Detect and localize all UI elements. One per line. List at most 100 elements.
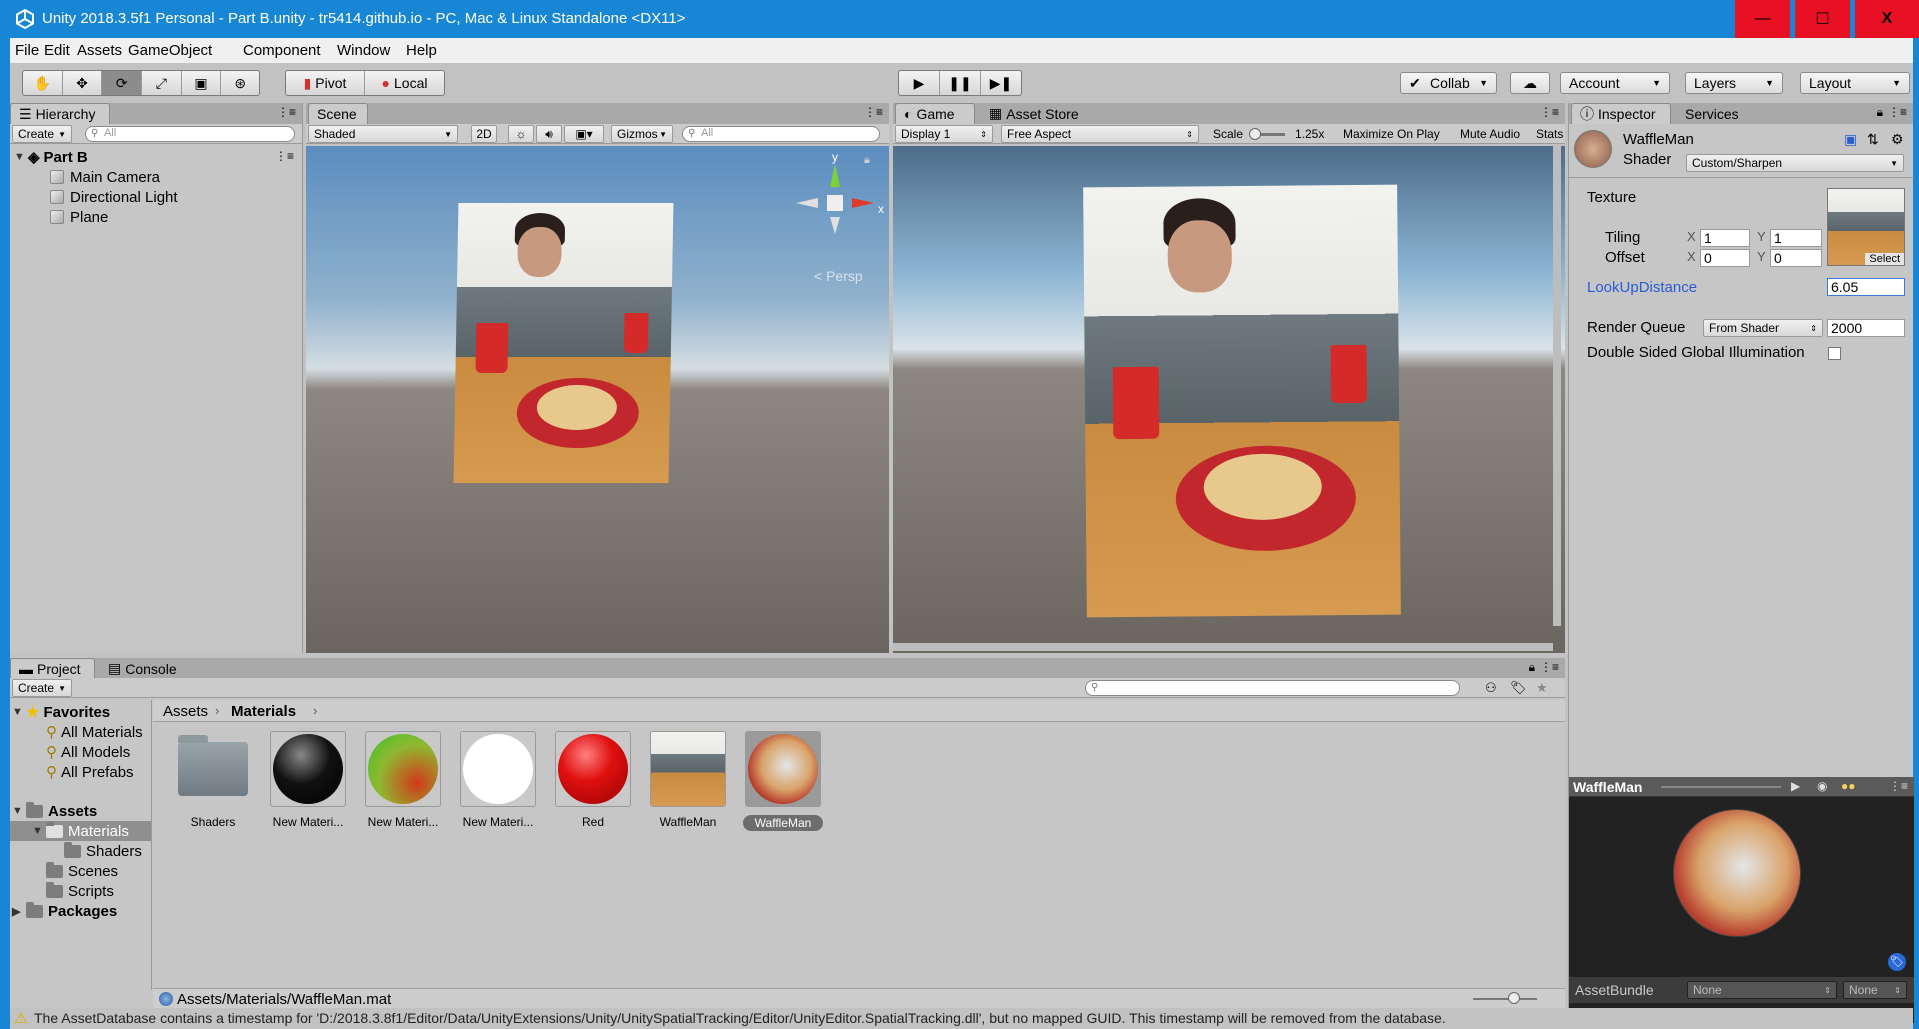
tree-item-scenes[interactable]: Scenes — [46, 861, 118, 881]
scene-root-row[interactable]: ▼ ◈ Part B — [14, 147, 88, 167]
persp-label[interactable]: < Persp — [814, 268, 863, 284]
render-queue-field[interactable]: 2000 — [1827, 319, 1905, 337]
hand-tool-button[interactable]: ✋ — [23, 71, 63, 95]
scene-menu-icon[interactable]: ⋮≡ — [275, 149, 294, 163]
scene-search-input[interactable]: ⚲ All — [682, 126, 880, 142]
rect-tool-button[interactable]: ▣ — [182, 71, 222, 95]
breadcrumb-materials[interactable]: Materials — [231, 703, 296, 720]
favorite-star-icon[interactable]: ★ — [1536, 680, 1548, 696]
close-button[interactable]: X — [1855, 0, 1919, 38]
panel-menu-icon[interactable]: ⋮≡ — [864, 105, 883, 119]
menu-component[interactable]: Component — [243, 42, 321, 59]
shader-dropdown[interactable]: Custom/Sharpen ▼ — [1686, 154, 1904, 172]
favorite-all-prefabs[interactable]: ⚲ All Prefabs — [46, 762, 134, 782]
minimize-button[interactable]: — — [1735, 0, 1790, 38]
pivot-button[interactable]: ▮ Pivot — [286, 71, 365, 95]
tab-console[interactable]: ▤ Console — [100, 658, 190, 679]
panel-menu-icon[interactable]: ⋮≡ — [1540, 660, 1559, 674]
presets-icon[interactable]: ⇅ — [1867, 131, 1879, 148]
thumbnail-size-thumb[interactable] — [1508, 992, 1520, 1004]
lock-icon[interactable]: 🔒︎ — [864, 154, 870, 167]
project-create-dropdown[interactable]: Create ▼ — [12, 679, 72, 697]
tree-item-materials[interactable]: ▼ Materials — [10, 821, 151, 841]
packages-node[interactable]: ▶ Packages — [12, 901, 117, 921]
status-bar[interactable]: ⚠ The AssetDatabase contains a timestamp… — [10, 1008, 1913, 1029]
assetbundle-dropdown[interactable]: None ⇕ — [1687, 981, 1837, 999]
aspect-dropdown[interactable]: Free Aspect ⇕ — [1001, 125, 1199, 143]
menu-assets[interactable]: Assets — [77, 42, 122, 59]
expand-arrow-icon[interactable]: ▼ — [12, 706, 26, 718]
asset-texture-waffleman[interactable]: WaffleMan — [648, 731, 728, 829]
tab-project[interactable]: ▬ Project — [10, 658, 95, 679]
tab-scene[interactable]: Scene — [308, 103, 368, 124]
tree-item-scripts[interactable]: Scripts — [46, 881, 114, 901]
maximize-button[interactable]: ☐ — [1795, 0, 1850, 38]
project-search-input[interactable]: ⚲ — [1085, 680, 1460, 696]
favorite-all-materials[interactable]: ⚲ All Materials — [46, 722, 143, 742]
hierarchy-item-directional-light[interactable]: Directional Light — [50, 187, 178, 207]
favorites-node[interactable]: ▼ ★ Favorites — [12, 702, 110, 722]
scene-orientation-gizmo[interactable] — [786, 154, 886, 264]
tree-item-shaders[interactable]: Shaders — [64, 841, 142, 861]
gizmos-dropdown[interactable]: Gizmos ▼ — [611, 125, 673, 143]
scene-audio-toggle[interactable]: 🔊︎ — [536, 125, 562, 143]
asset-material-white[interactable]: New Materi... — [458, 731, 538, 829]
texture-slot[interactable]: Select — [1827, 188, 1905, 266]
stats-toggle[interactable]: Stats — [1531, 125, 1565, 143]
local-button[interactable]: ● Local — [365, 71, 444, 95]
hierarchy-item-plane[interactable]: Plane — [50, 207, 108, 227]
assetbundle-variant-dropdown[interactable]: None ⇕ — [1843, 981, 1907, 999]
lock-icon[interactable]: 🔒︎ — [1529, 660, 1535, 675]
scale-tool-button[interactable]: ⤢ — [142, 71, 182, 95]
panel-menu-icon[interactable]: ⋮≡ — [1540, 105, 1559, 119]
transform-tool-button[interactable]: ⊛ — [221, 71, 259, 95]
expand-arrow-icon[interactable]: ▼ — [12, 805, 26, 817]
scale-slider-thumb[interactable] — [1249, 128, 1261, 140]
asset-shaders-folder[interactable]: Shaders — [173, 731, 253, 829]
thumbnail-size-slider[interactable] — [1473, 998, 1537, 1000]
collapse-arrow-icon[interactable]: ▶ — [12, 905, 26, 918]
asset-material-red[interactable]: Red — [553, 731, 633, 829]
tab-asset-store[interactable]: ▦ Asset Store — [981, 103, 1091, 124]
lookup-distance-field[interactable]: 6.05 — [1827, 278, 1905, 296]
asset-label-icon[interactable]: 🏷︎ — [1888, 953, 1906, 971]
display-dropdown[interactable]: Display 1 ⇕ — [895, 125, 993, 143]
shading-mode-dropdown[interactable]: Shaded ▼ — [308, 125, 458, 143]
scene-effects-dropdown[interactable]: ▣▾ — [564, 125, 604, 143]
menu-help[interactable]: Help — [406, 42, 437, 59]
expand-arrow-icon[interactable]: ▼ — [32, 825, 46, 837]
cloud-button[interactable]: ☁ — [1510, 72, 1550, 94]
tab-hierarchy[interactable]: ☰ Hierarchy — [10, 103, 110, 124]
tab-inspector[interactable]: ⓘ Inspector — [1571, 103, 1671, 124]
preview-shape-icon[interactable]: ◉ — [1817, 779, 1827, 793]
filter-by-type-icon[interactable]: ⚇ — [1485, 680, 1497, 696]
panel-menu-icon[interactable]: ⋮≡ — [277, 105, 296, 119]
panel-menu-icon[interactable]: ⋮≡ — [1889, 779, 1908, 793]
rotate-tool-button[interactable]: ⟳ — [102, 71, 143, 95]
pause-button[interactable]: ❚❚ — [940, 71, 981, 95]
maximize-on-play-toggle[interactable]: Maximize On Play — [1338, 125, 1452, 143]
menu-edit[interactable]: Edit — [44, 42, 70, 59]
preview-play-icon[interactable]: ▶ — [1791, 779, 1800, 793]
layout-dropdown[interactable]: Layout ▼ — [1800, 72, 1910, 94]
account-dropdown[interactable]: Account ▼ — [1560, 72, 1670, 94]
step-button[interactable]: ▶❚ — [981, 71, 1021, 95]
menu-window[interactable]: Window — [337, 42, 390, 59]
layers-dropdown[interactable]: Layers ▼ — [1685, 72, 1783, 94]
material-preview-sphere[interactable] — [1673, 809, 1801, 937]
filter-by-label-icon[interactable]: 🏷︎ — [1510, 680, 1527, 696]
offset-x-field[interactable]: 0 — [1700, 249, 1750, 267]
expand-arrow-icon[interactable]: ▼ — [14, 151, 28, 163]
texture-select-button[interactable]: Select — [1865, 253, 1904, 265]
hierarchy-create-dropdown[interactable]: Create ▼ — [12, 125, 72, 143]
preview-light-icon[interactable]: ●● — [1841, 779, 1856, 793]
collab-dropdown[interactable]: ✔ Collab ▼ — [1400, 72, 1497, 94]
asset-material-black[interactable]: New Materi... — [268, 731, 348, 829]
game-horizontal-scrollbar[interactable] — [893, 643, 1553, 651]
tab-game[interactable]: ◐ Game — [895, 103, 975, 124]
toggle-2d-button[interactable]: 2D — [471, 125, 497, 143]
menu-file[interactable]: File — [15, 42, 39, 59]
move-tool-button[interactable]: ✥ — [63, 71, 103, 95]
offset-y-field[interactable]: 0 — [1770, 249, 1822, 267]
mute-audio-toggle[interactable]: Mute Audio — [1455, 125, 1529, 143]
